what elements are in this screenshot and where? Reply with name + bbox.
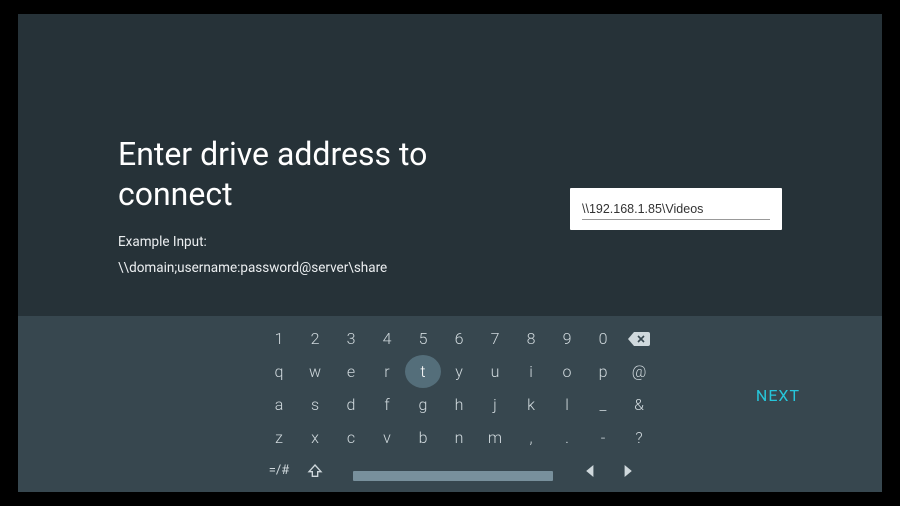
key-g[interactable]: g xyxy=(405,388,441,421)
backspace-key[interactable] xyxy=(621,322,657,355)
key-k[interactable]: k xyxy=(513,388,549,421)
keyboard-row-1: 1234567890 xyxy=(261,322,657,355)
key-o[interactable]: o xyxy=(549,355,585,388)
key-m[interactable]: m xyxy=(477,421,513,454)
symbols-key[interactable]: =/# xyxy=(261,454,297,487)
key-h[interactable]: h xyxy=(441,388,477,421)
caret-left-icon xyxy=(585,465,597,477)
key-i[interactable]: i xyxy=(513,355,549,388)
key-a[interactable]: a xyxy=(261,388,297,421)
key-s[interactable]: s xyxy=(297,388,333,421)
key-,[interactable]: , xyxy=(513,421,549,454)
keyboard-row-3: asdfghjkl_& xyxy=(261,388,657,421)
space-key[interactable] xyxy=(353,471,553,481)
page-title: Enter drive address to connect xyxy=(118,134,448,214)
key-x[interactable]: x xyxy=(297,421,333,454)
key-p[interactable]: p xyxy=(585,355,621,388)
keyboard-row-4: zxcvbnm,.-? xyxy=(261,421,657,454)
key-9[interactable]: 9 xyxy=(549,322,585,355)
next-button[interactable]: NEXT xyxy=(756,386,800,405)
backspace-icon xyxy=(628,332,650,346)
key-.[interactable]: . xyxy=(549,421,585,454)
key-6[interactable]: 6 xyxy=(441,322,477,355)
key-b[interactable]: b xyxy=(405,421,441,454)
key-l[interactable]: l xyxy=(549,388,585,421)
key-v[interactable]: v xyxy=(369,421,405,454)
key-w[interactable]: w xyxy=(297,355,333,388)
key-y[interactable]: y xyxy=(441,355,477,388)
key-c[interactable]: c xyxy=(333,421,369,454)
drive-address-input[interactable] xyxy=(582,202,770,220)
key-r[interactable]: r xyxy=(369,355,405,388)
cursor-left-key[interactable] xyxy=(573,454,609,487)
shift-icon xyxy=(307,463,323,479)
onscreen-keyboard: 1234567890 qwertyuiop@ asdfghjkl_& zxcvb… xyxy=(18,316,882,492)
key-8[interactable]: 8 xyxy=(513,322,549,355)
key-f[interactable]: f xyxy=(369,388,405,421)
example-input-label: Example Input: xyxy=(118,234,207,250)
key-n[interactable]: n xyxy=(441,421,477,454)
screen: Enter drive address to connect Example I… xyxy=(18,14,882,492)
key-?[interactable]: ? xyxy=(621,421,657,454)
key-u[interactable]: u xyxy=(477,355,513,388)
key-3[interactable]: 3 xyxy=(333,322,369,355)
key-0[interactable]: 0 xyxy=(585,322,621,355)
key-1[interactable]: 1 xyxy=(261,322,297,355)
keyboard-keys: 1234567890 qwertyuiop@ asdfghjkl_& zxcvb… xyxy=(261,322,657,454)
key-2[interactable]: 2 xyxy=(297,322,333,355)
cursor-right-key[interactable] xyxy=(609,454,645,487)
key--[interactable]: - xyxy=(585,421,621,454)
key-4[interactable]: 4 xyxy=(369,322,405,355)
key-5[interactable]: 5 xyxy=(405,322,441,355)
key-@[interactable]: @ xyxy=(621,355,657,388)
key-d[interactable]: d xyxy=(333,388,369,421)
upper-pane: Enter drive address to connect Example I… xyxy=(18,14,882,316)
shift-key[interactable] xyxy=(297,454,333,487)
caret-right-icon xyxy=(621,465,633,477)
key-z[interactable]: z xyxy=(261,421,297,454)
key-j[interactable]: j xyxy=(477,388,513,421)
key-&[interactable]: & xyxy=(621,388,657,421)
key-q[interactable]: q xyxy=(261,355,297,388)
example-input-value: \\domain;username:password@server\share xyxy=(118,260,387,276)
address-input-container[interactable] xyxy=(570,188,782,230)
keyboard-row-2: qwertyuiop@ xyxy=(261,355,657,388)
key-7[interactable]: 7 xyxy=(477,322,513,355)
key-t[interactable]: t xyxy=(405,355,441,388)
keyboard-row-bottom: =/# xyxy=(261,454,645,487)
key-e[interactable]: e xyxy=(333,355,369,388)
key-_[interactable]: _ xyxy=(585,388,621,421)
